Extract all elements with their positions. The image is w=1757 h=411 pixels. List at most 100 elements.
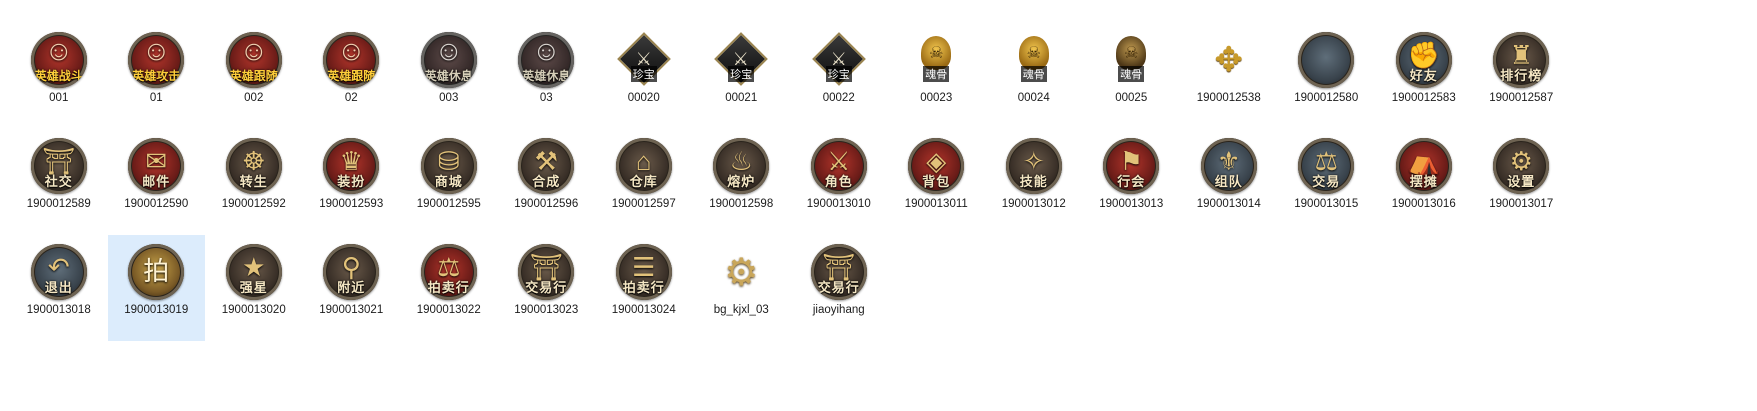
icon-caption: 交易	[1312, 175, 1341, 190]
file-thumbnail: ☺ 英雄跟随	[321, 30, 381, 90]
file-item[interactable]: ⚔ 珍宝 00022	[790, 23, 888, 129]
file-item[interactable]: ☺ 英雄攻击 01	[108, 23, 206, 129]
file-item[interactable]: ⚔ 珍宝 00021	[693, 23, 791, 129]
file-name: 01	[149, 92, 163, 104]
emblem-glyph: ☺	[141, 35, 171, 66]
file-item[interactable]: ☺ 英雄跟随 02	[303, 23, 401, 129]
file-item[interactable]: ⚜ 组队 1900013014	[1180, 129, 1278, 235]
file-item[interactable]: ⛁ 商城 1900012595	[400, 129, 498, 235]
shop-icon: ⛁ 商城	[420, 138, 477, 194]
file-item[interactable]: ✥ 1900012538	[1180, 23, 1278, 129]
file-name: 1900012596	[514, 198, 579, 210]
file-item[interactable]: ⛺ 摆摊 1900013016	[1375, 129, 1473, 235]
file-item[interactable]: ✧ 技能 1900013012	[985, 129, 1083, 235]
file-name: 00025	[1115, 92, 1148, 104]
file-item[interactable]: ★ 强星 1900013020	[205, 235, 303, 341]
file-item[interactable]: ⚖ 拍卖行 1900013022	[400, 235, 498, 341]
file-item[interactable]: ☠ 魂骨 00025	[1083, 23, 1181, 129]
icon-caption: 交易行	[817, 281, 860, 296]
file-item[interactable]: ⚔ 珍宝 00020	[595, 23, 693, 129]
file-thumbnail: 拍	[126, 242, 186, 302]
guild-icon: ⚑ 行会	[1103, 138, 1160, 194]
file-item[interactable]: ⚖ 交易 1900013015	[1278, 129, 1376, 235]
file-thumbnail: ☠ 魂骨	[1101, 30, 1161, 90]
skull-icon: ☠ 魂骨	[908, 32, 964, 88]
file-item[interactable]: ☰ 拍卖行 1900013024	[595, 235, 693, 341]
trading-post-icon: ⛩ 交易行	[810, 244, 867, 300]
file-item[interactable]: ☸ 转生 1900012592	[205, 129, 303, 235]
file-item[interactable]: ☠ 魂骨 00024	[985, 23, 1083, 129]
icon-caption: 好友	[1409, 69, 1438, 84]
file-item[interactable]: ☺ 英雄跟随 002	[205, 23, 303, 129]
emblem-glyph: ☺	[434, 35, 464, 66]
icon-caption: 拍卖行	[622, 281, 665, 296]
icon-caption: 合成	[532, 175, 561, 190]
file-thumbnail: ⚙ 设置	[1491, 136, 1551, 196]
file-item[interactable]: 拍 1900013019	[107, 235, 205, 341]
icon-caption: 排行榜	[1500, 69, 1543, 84]
file-item[interactable]: ⚑ 行会 1900013013	[1083, 129, 1181, 235]
file-name: 1900013020	[221, 304, 286, 316]
file-thumbnail: ◈ 背包	[906, 136, 966, 196]
file-item[interactable]: ⚒ 合成 1900012596	[498, 129, 596, 235]
icon-row: ☺ 英雄战斗 001 ☺ 英雄攻击 01 ☺ 英雄跟随 002 ☺ 英雄跟随 02 ☺ 英雄休息 003 ☺ 英…	[10, 23, 1750, 129]
file-item[interactable]: ♜ 排行榜 1900012587	[1473, 23, 1571, 129]
file-item[interactable]: ◈ 背包 1900013011	[888, 129, 986, 235]
file-thumbnail: ⚙	[711, 242, 771, 302]
file-item[interactable]: ⌂ 仓库 1900012597	[595, 129, 693, 235]
settings-icon: ⚙ 设置	[1493, 138, 1550, 194]
file-thumbnail: ☺ 英雄休息	[419, 30, 479, 90]
file-thumbnail	[1296, 30, 1356, 90]
gear-icon: ⚙	[724, 251, 759, 294]
file-item[interactable]: ✊ 好友 1900012583	[1375, 23, 1473, 129]
file-name: 1900012587	[1489, 92, 1554, 104]
file-item[interactable]: ⛩ 交易行 jiaoyihang	[790, 235, 888, 341]
file-name: 1900013011	[904, 198, 968, 210]
file-item[interactable]: ♨ 熔炉 1900012598	[693, 129, 791, 235]
icon-row: ⛩ 社交 1900012589 ✉ 邮件 1900012590 ☸ 转生 1900012592 ♛…	[10, 129, 1750, 235]
file-name: 1900012593	[319, 198, 384, 210]
trading-post-icon: ⛩ 交易行	[518, 244, 575, 300]
friends-icon: ✊ 好友	[1395, 32, 1452, 88]
hero-portrait-icon: ☺ 英雄休息	[420, 32, 477, 88]
icon-caption: 魂骨	[923, 66, 950, 82]
file-item[interactable]: ♛ 装扮 1900012593	[303, 129, 401, 235]
file-item[interactable]: ☺ 英雄休息 003	[400, 23, 498, 129]
icon-caption: 魂骨	[1020, 66, 1047, 82]
file-item[interactable]: 1900012580	[1278, 23, 1376, 129]
file-item[interactable]: ✉ 邮件 1900012590	[108, 129, 206, 235]
file-name: 1900013014	[1196, 198, 1261, 210]
treasure-icon: ⚔ 珍宝	[713, 32, 769, 88]
file-thumbnail: ⛩ 社交	[29, 136, 89, 196]
file-item[interactable]: ⚙ bg_kjxl_03	[693, 235, 791, 341]
file-item[interactable]: ☠ 魂骨 00023	[888, 23, 986, 129]
file-item[interactable]: ⛩ 社交 1900012589	[10, 129, 108, 235]
file-thumbnail: ☺ 英雄跟随	[224, 30, 284, 90]
file-name: bg_kjxl_03	[713, 304, 769, 316]
file-name: 1900012538	[1196, 92, 1261, 104]
file-thumbnail: ⚑ 行会	[1101, 136, 1161, 196]
file-name: 1900012598	[709, 198, 774, 210]
file-item[interactable]: ⛩ 交易行 1900013023	[498, 235, 596, 341]
file-item[interactable]: ↶ 退出 1900013018	[10, 235, 108, 341]
file-item[interactable]: ☺ 英雄战斗 001	[10, 23, 108, 129]
social-icon: ⛩ 社交	[30, 138, 87, 194]
file-name: 00024	[1017, 92, 1050, 104]
hero-portrait-icon: ☺ 英雄休息	[518, 32, 575, 88]
file-name: 1900013013	[1099, 198, 1164, 210]
skull-icon: ☠ 魂骨	[1006, 32, 1062, 88]
file-item[interactable]: ⚙ 设置 1900013017	[1473, 129, 1571, 235]
icon-caption: 背包	[922, 175, 951, 190]
file-item[interactable]: ☺ 英雄休息 03	[498, 23, 596, 129]
icon-caption: 英雄跟随	[229, 69, 278, 83]
file-item[interactable]: ⚔ 角色 1900013010	[790, 129, 888, 235]
icon-caption: 熔炉	[727, 175, 756, 190]
file-thumbnail: ♛ 装扮	[321, 136, 381, 196]
icon-caption: 珍宝	[630, 66, 657, 82]
character-icon: ⚔ 角色	[810, 138, 867, 194]
file-name: 02	[344, 92, 358, 104]
dress-up-icon: ♛ 装扮	[323, 138, 380, 194]
file-item[interactable]: ⚲ 附近 1900013021	[303, 235, 401, 341]
icon-caption: 组队	[1214, 175, 1243, 190]
icon-caption: 英雄休息	[522, 69, 571, 83]
